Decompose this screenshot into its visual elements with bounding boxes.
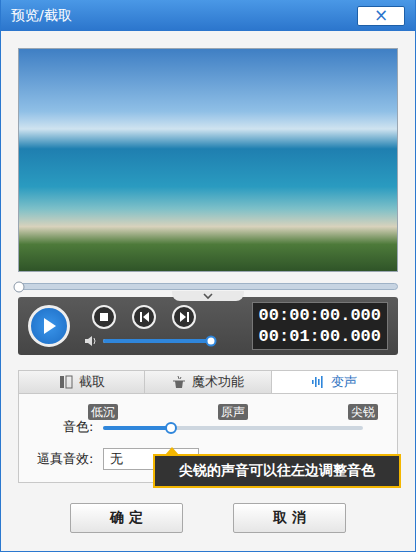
ok-button[interactable]: 确 定 [70,503,183,533]
controls-group [84,305,211,347]
volume-knob[interactable] [206,336,217,347]
timbre-track[interactable] [103,426,363,430]
voice-panel: 音色:低沉原声尖锐逼真音效:无尖锐的声音可以往左边调整音色 [18,393,398,483]
timbre-slider: 低沉原声尖锐 [103,404,363,436]
window-title: 预览/截取 [11,7,357,25]
tab[interactable]: 变声 [272,371,397,393]
time-text: 00:01:00.000 [259,326,381,347]
clip-icon [59,375,73,389]
time-display: 00:00:00.00000:01:00.000 [252,302,388,350]
timbre-mark: 尖锐 [348,404,378,420]
previous-icon [139,311,150,323]
content: 00:00:00.00000:01:00.000截取魔术功能变声音色:低沉原声尖… [1,31,415,533]
button-row: 确 定取 消 [18,503,398,533]
timbre-fill [103,426,171,430]
sound-wave-icon [311,375,325,389]
tab-bar: 截取 魔术功能 变声 [18,370,398,393]
timbre-label: 音色: [63,418,103,436]
button-row [84,305,211,329]
cancel-button[interactable]: 取 消 [233,503,346,533]
stop-icon [99,312,109,322]
title-bar: 预览/截取× [1,0,415,31]
speaker-icon [84,335,97,347]
progress-knob[interactable] [14,281,25,292]
play-button[interactable] [28,305,70,347]
effect-label: 逼真音效: [37,450,103,468]
stop-button[interactable] [92,305,116,329]
tooltip-arrow [165,447,179,455]
tab-label: 截取 [79,373,105,391]
next-button[interactable] [172,305,196,329]
tab[interactable]: 截取 [19,371,145,393]
preview-window: 预览/截取× 00:00:00.00000:01:00.000 截取 魔术功能 变声音色… [0,0,416,552]
next-icon [179,311,190,323]
control-bar: 00:00:00.00000:01:00.000 [18,297,398,355]
volume-fill [103,339,211,343]
timbre-mark: 原声 [218,404,248,420]
tab[interactable]: 魔术功能 [145,371,271,393]
time-text: 00:00:00.000 [259,305,381,326]
volume-row [84,335,211,347]
progress-track[interactable] [18,283,398,290]
chevron-down-icon [203,293,213,300]
tab-label: 魔术功能 [192,373,244,391]
tooltip-text: 尖锐的声音可以往左边调整音色 [179,462,375,480]
volume-track[interactable] [103,339,211,343]
video-frame [18,48,398,272]
timbre-mark: 低沉 [88,404,118,420]
close-button[interactable]: × [357,6,405,26]
timbre-knob[interactable] [165,422,177,434]
play-icon [41,317,57,335]
tab-label: 变声 [331,373,357,391]
magic-hat-icon [172,375,186,389]
collapse-tab[interactable] [172,291,244,301]
tooltip: 尖锐的声音可以往左边调整音色 [153,454,401,488]
timbre-row: 音色:低沉原声尖锐 [19,394,397,436]
previous-button[interactable] [132,305,156,329]
